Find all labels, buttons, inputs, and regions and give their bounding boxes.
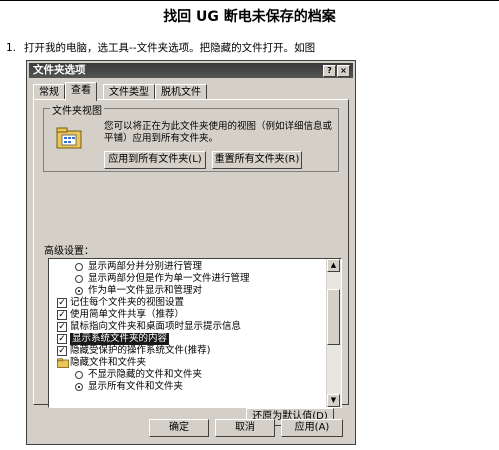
advanced-setting-label: 隐藏文件和文件夹 bbox=[70, 357, 147, 368]
advanced-setting-label: 记住每个文件夹的视图设置 bbox=[70, 297, 185, 308]
folder-views-group: 文件夹视图 您可以将正在为此文件夹使用的视图（例如详细信息或平铺）应用到所有文件… bbox=[43, 102, 339, 172]
tab-general[interactable]: 常规 bbox=[33, 84, 65, 100]
dialog-title: 文件夹选项 bbox=[33, 64, 86, 76]
document-title: 找回 UG 断电未保存的档案 bbox=[163, 9, 336, 25]
dialog-titlebar: 文件夹选项 ? × bbox=[29, 63, 353, 78]
scroll-down-icon[interactable]: ▼ bbox=[327, 394, 340, 407]
scroll-up-icon[interactable]: ▲ bbox=[327, 259, 340, 272]
advanced-setting-label: 不显示隐藏的文件和文件夹 bbox=[88, 369, 203, 380]
checkbox-icon[interactable]: ✓ bbox=[57, 346, 67, 356]
checkbox-icon[interactable]: ✓ bbox=[57, 322, 67, 332]
folder-options-dialog: 文件夹选项 ? × 常规 查看 文件类型 脱机文件 文件夹视图 您可以将正在为此… bbox=[26, 60, 356, 445]
advanced-list-scrollbar[interactable]: ▲ ▼ bbox=[326, 259, 341, 407]
radio-icon[interactable] bbox=[75, 263, 83, 271]
advanced-setting-label: 作为单一文件显示和管理对 bbox=[88, 285, 203, 296]
radio-selected-icon[interactable] bbox=[75, 287, 83, 295]
folder-views-icon bbox=[56, 127, 82, 149]
folder-icon bbox=[57, 358, 69, 368]
advanced-setting-label: 显示两部分但是作为单一文件进行管理 bbox=[88, 273, 250, 284]
checkbox-icon[interactable]: ✓ bbox=[57, 310, 67, 320]
advanced-setting-label: 显示系统文件夹的内容 bbox=[70, 333, 170, 345]
radio-icon[interactable] bbox=[75, 371, 83, 379]
close-button[interactable]: × bbox=[337, 65, 350, 77]
tab-file-types[interactable]: 文件类型 bbox=[103, 84, 155, 100]
header-rule bbox=[0, 0, 499, 1]
apply-to-all-folders-button[interactable]: 应用到所有文件夹(L) bbox=[104, 151, 206, 169]
advanced-settings-label: 高级设置： bbox=[44, 246, 94, 257]
advanced-setting-label: 显示两部分并分别进行管理 bbox=[88, 261, 203, 272]
checkbox-icon[interactable]: ✓ bbox=[57, 334, 67, 344]
scroll-thumb[interactable] bbox=[327, 289, 340, 345]
view-tab-panel: 文件夹视图 您可以将正在为此文件夹使用的视图（例如详细信息或平铺）应用到所有文件… bbox=[33, 99, 349, 426]
cancel-button[interactable]: 取消 bbox=[215, 419, 275, 437]
reset-all-folders-button[interactable]: 重置所有文件夹(R) bbox=[212, 151, 302, 169]
step-text: 打开我的电脑，选工具--文件夹选项。把隐藏的文件打开。如图 bbox=[24, 42, 316, 54]
advanced-setting-label: 显示所有文件和文件夹 bbox=[88, 381, 184, 392]
advanced-setting-label: 隐藏受保护的操作系统文件(推荐) bbox=[70, 345, 211, 356]
step-number: 1. bbox=[6, 42, 17, 54]
folder-views-legend: 文件夹视图 bbox=[50, 102, 104, 117]
advanced-setting-label: 使用简单文件共享（推荐） bbox=[70, 309, 185, 320]
advanced-settings-list[interactable]: 显示两部分并分别进行管理 显示两部分但是作为单一文件进行管理 作为单一文件显示和管理… bbox=[48, 258, 342, 408]
ok-button[interactable]: 确定 bbox=[149, 419, 209, 437]
help-button[interactable]: ? bbox=[323, 65, 336, 77]
step-paragraph: 1. 打开我的电脑，选工具--文件夹选项。把隐藏的文件打开。如图 bbox=[6, 40, 315, 55]
advanced-setting-label: 鼠标指向文件夹和桌面项时显示提示信息 bbox=[70, 321, 242, 332]
radio-selected-icon[interactable] bbox=[75, 383, 83, 391]
folder-views-description: 您可以将正在为此文件夹使用的视图（例如详细信息或平铺）应用到所有文件夹。 bbox=[104, 121, 333, 144]
tab-offline-files[interactable]: 脱机文件 bbox=[155, 84, 207, 100]
tab-view[interactable]: 查看 bbox=[65, 82, 97, 101]
apply-button[interactable]: 应用(A) bbox=[281, 419, 343, 437]
radio-icon[interactable] bbox=[75, 275, 83, 283]
checkbox-icon[interactable]: ✓ bbox=[57, 298, 67, 308]
